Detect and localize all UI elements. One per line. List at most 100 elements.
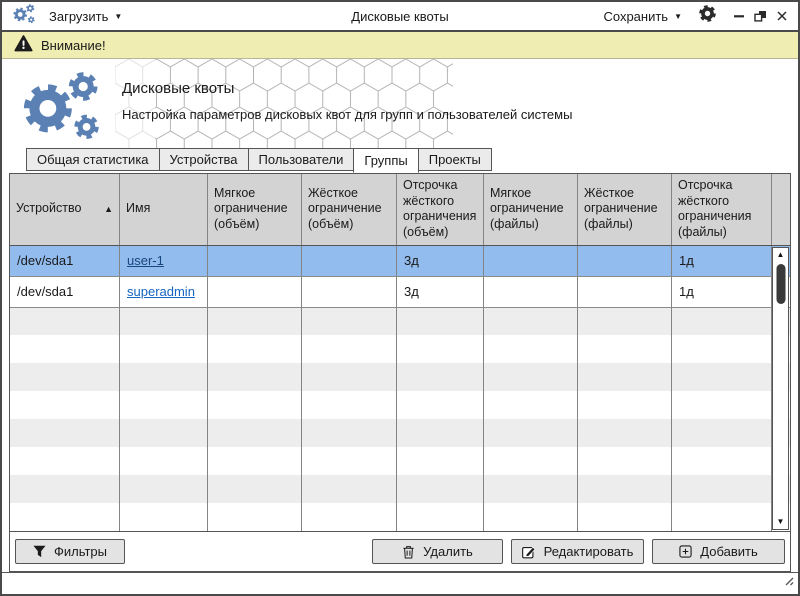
empty-table-row bbox=[10, 503, 790, 531]
delete-button[interactable]: Удалить bbox=[372, 539, 503, 564]
column-header-label: Устройство bbox=[16, 201, 81, 217]
tab-groups[interactable]: Группы bbox=[353, 148, 418, 173]
load-menu-label: Загрузить bbox=[49, 9, 108, 24]
table-row[interactable]: /dev/sda1user-13д1д bbox=[10, 246, 790, 277]
empty-cell bbox=[302, 447, 397, 475]
empty-cell bbox=[208, 475, 302, 503]
window-title: Дисковые квоты bbox=[351, 9, 448, 24]
tab-devices[interactable]: Устройства bbox=[159, 148, 249, 171]
scroll-down-icon[interactable]: ▼ bbox=[777, 515, 785, 529]
empty-cell bbox=[10, 363, 120, 391]
load-menu-button[interactable]: Загрузить ▼ bbox=[49, 9, 122, 24]
column-header-name[interactable]: Имя bbox=[120, 174, 208, 245]
sort-ascending-icon: ▲ bbox=[100, 204, 113, 215]
titlebar: Загрузить ▼ Дисковые квоты Сохранить ▼ bbox=[2, 2, 798, 32]
group-name-link[interactable]: superadmin bbox=[127, 284, 195, 299]
column-header-label: Мягкое ограничение (файлы) bbox=[490, 186, 571, 233]
empty-cell bbox=[672, 335, 772, 363]
column-header-soft-limit-volume[interactable]: Мягкое ограничение (объём) bbox=[208, 174, 302, 245]
filter-funnel-icon bbox=[33, 545, 46, 558]
empty-cell bbox=[484, 419, 578, 447]
gears-logo-icon bbox=[18, 68, 108, 147]
scrollbar-thumb[interactable] bbox=[776, 264, 785, 304]
empty-cell bbox=[120, 447, 208, 475]
empty-cell bbox=[302, 391, 397, 419]
table-header-row: Устройство ▲ ИмяМягкое ограничение (объём)… bbox=[10, 174, 790, 246]
empty-cell bbox=[578, 475, 672, 503]
warning-banner: Внимание! bbox=[2, 32, 798, 59]
group-name-link[interactable]: user-1 bbox=[127, 253, 164, 268]
column-header-spacer bbox=[772, 174, 790, 245]
empty-cell bbox=[484, 363, 578, 391]
empty-cell bbox=[578, 391, 672, 419]
content-frame: Устройство ▲ ИмяМягкое ограничение (объём)… bbox=[9, 173, 791, 572]
empty-cell bbox=[10, 475, 120, 503]
empty-cell bbox=[672, 308, 772, 336]
empty-cell bbox=[397, 503, 484, 531]
scrollbar-track[interactable] bbox=[773, 262, 788, 516]
empty-table-row bbox=[10, 447, 790, 475]
cell-device: /dev/sda1 bbox=[10, 277, 120, 307]
empty-cell bbox=[302, 503, 397, 531]
app-window: Загрузить ▼ Дисковые квоты Сохранить ▼ bbox=[0, 0, 800, 596]
empty-cell bbox=[208, 447, 302, 475]
empty-cell bbox=[10, 419, 120, 447]
empty-cell bbox=[484, 335, 578, 363]
cell-grace-files: 1д bbox=[672, 277, 772, 307]
column-header-label: Жёсткое ограничение (объём) bbox=[308, 186, 390, 233]
empty-cell bbox=[120, 475, 208, 503]
cell-device: /dev/sda1 bbox=[10, 246, 120, 276]
column-header-hard-limit-volume[interactable]: Жёсткое ограничение (объём) bbox=[302, 174, 397, 245]
empty-cell bbox=[578, 308, 672, 336]
tab-general-stats[interactable]: Общая статистика bbox=[26, 148, 160, 171]
edit-button[interactable]: Редактировать bbox=[511, 539, 644, 564]
empty-cell bbox=[578, 335, 672, 363]
resize-grip-icon[interactable] bbox=[782, 573, 794, 591]
delete-button-label: Удалить bbox=[423, 544, 473, 559]
column-header-device[interactable]: Устройство ▲ bbox=[10, 174, 120, 245]
empty-cell bbox=[10, 447, 120, 475]
status-bar bbox=[2, 572, 798, 594]
scroll-up-icon[interactable]: ▲ bbox=[777, 248, 785, 262]
close-button[interactable] bbox=[776, 10, 788, 22]
save-menu-button[interactable]: Сохранить ▼ bbox=[603, 9, 682, 24]
tab-projects[interactable]: Проекты bbox=[418, 148, 492, 171]
table-row[interactable]: /dev/sda1 superadmin 3д 1д bbox=[10, 277, 790, 308]
cell-grace-volume: 3д bbox=[397, 277, 484, 307]
vertical-scrollbar[interactable]: ▲ ▼ bbox=[772, 247, 789, 531]
empty-cell bbox=[484, 447, 578, 475]
empty-cell bbox=[302, 363, 397, 391]
column-header-grace-files[interactable]: Отсрочка жёсткого ограничения (файлы) bbox=[672, 174, 772, 245]
empty-cell bbox=[672, 363, 772, 391]
empty-cell bbox=[672, 503, 772, 531]
empty-cell bbox=[10, 391, 120, 419]
page-header: Дисковые квоты Настройка параметров диск… bbox=[2, 59, 798, 148]
minimize-button[interactable] bbox=[733, 10, 745, 22]
add-button[interactable]: Добавить bbox=[652, 539, 785, 564]
settings-gear-icon[interactable] bbox=[698, 4, 717, 28]
warning-triangle-icon bbox=[14, 35, 33, 55]
cell-hard-limit-volume bbox=[302, 277, 397, 307]
empty-cell bbox=[397, 391, 484, 419]
maximize-button[interactable] bbox=[754, 10, 767, 22]
empty-cell bbox=[120, 419, 208, 447]
column-header-soft-limit-files[interactable]: Мягкое ограничение (файлы) bbox=[484, 174, 578, 245]
cell-name: superadmin bbox=[120, 277, 208, 307]
action-bar: Фильтры Удалить bbox=[10, 532, 790, 571]
empty-cell bbox=[302, 308, 397, 336]
chevron-down-icon: ▼ bbox=[114, 13, 122, 21]
empty-cell bbox=[578, 447, 672, 475]
app-gears-icon bbox=[12, 3, 37, 29]
filters-button[interactable]: Фильтры bbox=[15, 539, 125, 564]
page-subtitle: Настройка параметров дисковых квот для г… bbox=[122, 107, 572, 122]
empty-cell bbox=[672, 447, 772, 475]
column-header-grace-volume[interactable]: Отсрочка жёсткого ограничения (объём) bbox=[397, 174, 484, 245]
cell-hard-limit-files bbox=[578, 246, 672, 276]
empty-cell bbox=[120, 308, 208, 336]
tab-users[interactable]: Пользователи bbox=[248, 148, 355, 171]
edit-button-label: Редактировать bbox=[544, 544, 634, 559]
empty-cell bbox=[208, 391, 302, 419]
empty-cell bbox=[578, 503, 672, 531]
add-plus-icon bbox=[679, 545, 692, 558]
column-header-hard-limit-files[interactable]: Жёсткое ограничение (файлы) bbox=[578, 174, 672, 245]
